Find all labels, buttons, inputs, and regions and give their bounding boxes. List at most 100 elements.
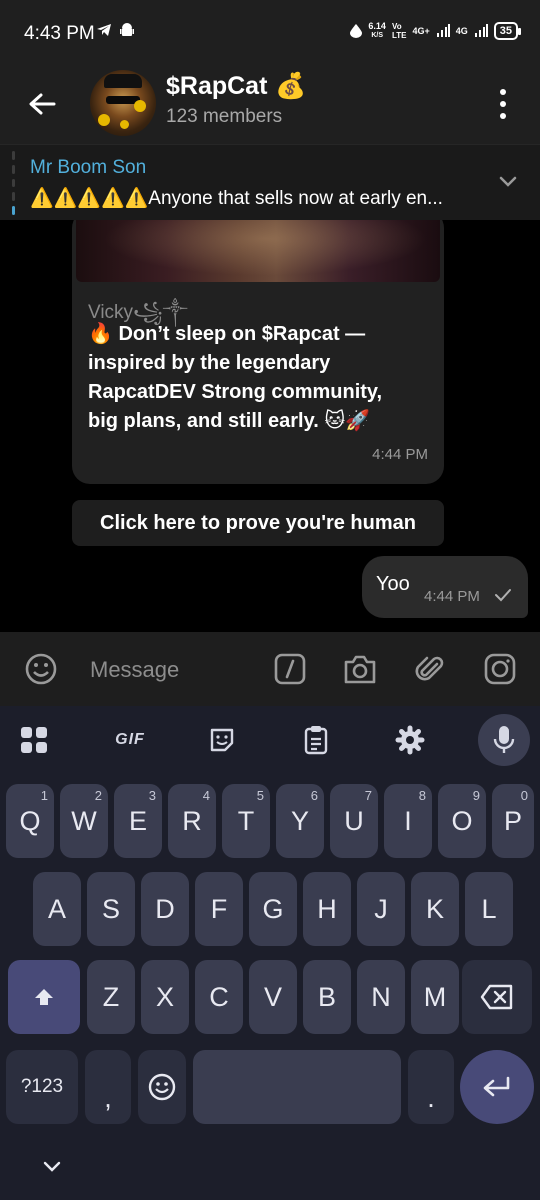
emoji-icon [25,653,57,685]
key-n[interactable]: N [357,960,405,1034]
key-m[interactable]: M [411,960,459,1034]
message-text: Yoo [376,573,410,595]
hide-keyboard-icon[interactable] [42,1160,62,1174]
key-b[interactable]: B [303,960,351,1034]
key-u[interactable]: 7U [330,784,378,858]
more-options-button[interactable] [488,84,518,124]
sim1-network: 4G+ [412,26,430,36]
key-f[interactable]: F [195,872,243,946]
key-z[interactable]: Z [87,960,135,1034]
instagram-icon [484,653,516,685]
shift-icon [35,989,53,1005]
check-icon [495,589,511,602]
key-p[interactable]: 0P [492,784,534,858]
key-i[interactable]: 8I [384,784,432,858]
message-list[interactable]: Vicky꧁༒ 🔥 Don’t sleep on $Rapcat — inspi… [0,220,540,632]
attach-button[interactable] [411,650,449,688]
dot [500,89,506,95]
volte-indicator: Vo LTE [391,22,407,40]
key-x[interactable]: X [141,960,189,1034]
prove-human-button[interactable]: Click here to prove you're human [72,500,444,546]
enter-icon [483,1076,510,1097]
data-saver-icon [350,24,363,38]
pinned-sender: Mr Boom Son [30,157,147,178]
key-t[interactable]: 5T [222,784,270,858]
sticker-button[interactable] [202,720,242,760]
clipboard-button[interactable] [296,720,336,760]
apps-button[interactable] [14,720,54,760]
key-j[interactable]: J [357,872,405,946]
key-d[interactable]: D [141,872,189,946]
key-s[interactable]: S [87,872,135,946]
grid-icon [21,727,47,753]
status-right: 6.14 K/S Vo LTE 4G+ 4G 35 [350,21,522,40]
money-bag-emoji: 💰 [275,72,307,100]
symbols-key[interactable]: ?123 [6,1050,78,1124]
camera-icon [344,655,376,684]
status-bar: 4:43 PM 6.14 K/S Vo LTE 4G+ 4G 35 [0,0,540,62]
enter-key[interactable] [460,1050,534,1124]
backspace-key[interactable] [462,960,532,1034]
status-left-icons [96,22,134,38]
backspace-icon [480,984,513,1010]
key-v[interactable]: V [249,960,297,1034]
space-key[interactable] [193,1050,401,1124]
period-key[interactable]: . [408,1050,454,1124]
avatar-coin [98,114,110,126]
key-c[interactable]: C [195,960,243,1034]
gear-icon [395,725,425,755]
status-time: 4:43 PM [24,23,95,44]
key-r[interactable]: 4R [168,784,216,858]
telegram-icon [97,24,111,36]
command-icon [274,653,306,685]
chat-header: $RapCat 💰 123 members [0,62,540,144]
key-o[interactable]: 9O [438,784,486,858]
dot [500,101,506,107]
net-speed: 6.14 K/S [368,21,386,40]
emoji-button[interactable] [22,650,60,688]
microphone-icon [493,726,515,753]
back-button[interactable] [22,84,62,124]
emoji-key[interactable] [138,1050,186,1124]
pin-indicator [12,151,16,215]
battery-indicator: 35 [493,22,522,40]
incoming-message[interactable]: Vicky꧁༒ 🔥 Don’t sleep on $Rapcat — inspi… [72,220,444,484]
message-input-bar: Message [0,632,540,706]
gif-button[interactable]: GIF [110,720,150,760]
emoji-icon [148,1073,176,1101]
attach-icon [415,656,444,681]
dot [500,113,506,119]
voice-input-button[interactable] [478,714,530,766]
key-h[interactable]: H [303,872,351,946]
key-e[interactable]: 3E [114,784,162,858]
pinned-message-bar[interactable]: Mr Boom Son ⚠️⚠️⚠️⚠️⚠️Anyone that sells … [0,144,540,220]
key-y[interactable]: 6Y [276,784,324,858]
message-text: 🔥 Don’t sleep on $Rapcat — inspired by t… [88,323,383,432]
outgoing-message[interactable]: Yoo 4:44 PM [362,556,528,618]
key-g[interactable]: G [249,872,297,946]
key-k[interactable]: K [411,872,459,946]
key-a[interactable]: A [33,872,81,946]
message-input[interactable]: Message [90,657,179,683]
member-count: 123 members [166,106,283,127]
comma-key[interactable]: , [85,1050,131,1124]
key-w[interactable]: 2W [60,784,108,858]
avatar-hat [104,74,142,88]
key-q[interactable]: 1Q [6,784,54,858]
keyboard-toolbar: GIF [0,706,540,772]
sim2-network: 4G [455,26,468,36]
clipboard-icon [304,726,328,755]
instagram-button[interactable] [481,650,519,688]
message-media[interactable] [76,220,440,282]
keyboard: GIF 1Q 2W 3E 4R 5T 6Y 7U 8I 9O 0P A S D … [0,706,540,1200]
group-avatar[interactable] [90,70,156,136]
shift-key[interactable] [8,960,80,1034]
key-l[interactable]: L [465,872,513,946]
camera-button[interactable] [341,650,379,688]
android-icon [120,23,134,36]
settings-button[interactable] [390,720,430,760]
chat-title[interactable]: $RapCat 💰 [166,72,307,101]
bot-command-button[interactable] [271,650,309,688]
pinned-text: ⚠️⚠️⚠️⚠️⚠️Anyone that sells now at early… [30,188,443,209]
chevron-down-icon[interactable] [496,169,520,193]
